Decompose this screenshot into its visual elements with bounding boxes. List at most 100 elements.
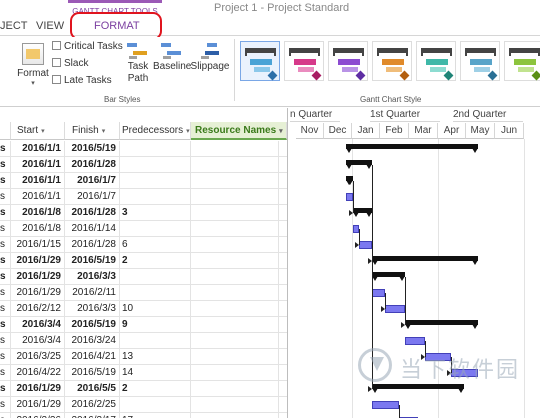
start-cell[interactable]: 2016/2/26 xyxy=(11,413,65,418)
gantt-style-swatch[interactable] xyxy=(460,41,500,81)
finish-cell[interactable]: 2016/2/11 xyxy=(65,285,120,301)
tab-view[interactable]: VIEW xyxy=(36,20,64,32)
predecessors-cell[interactable]: 13 xyxy=(120,349,191,365)
finish-cell[interactable]: 2016/3/3 xyxy=(65,269,120,285)
resource-names-cell[interactable] xyxy=(191,285,279,301)
start-cell[interactable]: 2016/3/25 xyxy=(11,349,65,365)
baseline-button[interactable]: Baseline xyxy=(153,41,191,72)
start-cell[interactable]: 2016/1/29 xyxy=(11,381,65,397)
table-row[interactable]: s 2016/3/4 2016/3/24 xyxy=(0,333,287,349)
predecessors-cell[interactable]: 17 xyxy=(120,413,191,418)
late-tasks-checkbox[interactable]: Late Tasks xyxy=(52,75,112,86)
table-row[interactable]: s 2016/3/4 2016/5/19 9 xyxy=(0,317,287,333)
gantt-style-swatch[interactable] xyxy=(416,41,456,81)
start-cell[interactable]: 2016/1/1 xyxy=(11,157,65,173)
row-id-cell[interactable]: s xyxy=(0,269,11,285)
row-id-cell[interactable]: s xyxy=(0,237,11,253)
finish-cell[interactable]: 2016/5/19 xyxy=(65,365,120,381)
finish-cell[interactable]: 2016/3/3 xyxy=(65,301,120,317)
finish-cell[interactable]: 2016/1/28 xyxy=(65,205,120,221)
task-bar[interactable] xyxy=(346,193,353,201)
summary-bar[interactable] xyxy=(352,208,373,217)
column-header-indicator[interactable] xyxy=(0,122,11,140)
row-id-cell[interactable]: s xyxy=(0,141,11,157)
finish-cell[interactable]: 2016/1/14 xyxy=(65,221,120,237)
table-row[interactable]: s 2016/1/15 2016/1/28 6 xyxy=(0,237,287,253)
table-row[interactable]: s 2016/1/1 2016/5/19 xyxy=(0,141,287,157)
row-id-cell[interactable]: s xyxy=(0,349,11,365)
resource-names-cell[interactable] xyxy=(191,189,279,205)
predecessors-cell[interactable]: 6 xyxy=(120,237,191,253)
row-id-cell[interactable]: s xyxy=(0,189,11,205)
resource-names-cell[interactable] xyxy=(191,413,279,418)
finish-cell[interactable]: 2016/1/7 xyxy=(65,173,120,189)
table-row[interactable]: s 2016/1/8 2016/1/28 3 xyxy=(0,205,287,221)
finish-cell[interactable]: 2016/1/7 xyxy=(65,189,120,205)
start-cell[interactable]: 2016/1/1 xyxy=(11,173,65,189)
finish-cell[interactable]: 2016/2/25 xyxy=(65,397,120,413)
summary-bar[interactable] xyxy=(372,272,406,281)
resource-names-cell[interactable] xyxy=(191,301,279,317)
gantt-style-swatch[interactable] xyxy=(328,41,368,81)
finish-cell[interactable]: 2016/5/19 xyxy=(65,141,120,157)
resource-names-cell[interactable] xyxy=(191,349,279,365)
table-row[interactable]: s 2016/1/29 2016/2/11 xyxy=(0,285,287,301)
table-row[interactable]: s 2016/2/12 2016/3/3 10 xyxy=(0,301,287,317)
predecessors-cell[interactable] xyxy=(120,221,191,237)
table-row[interactable]: s 2016/1/8 2016/1/14 xyxy=(0,221,287,237)
table-row[interactable]: s2016/2/262016/3/1717 xyxy=(0,413,287,418)
row-id-cell[interactable]: s xyxy=(0,253,11,269)
gantt-style-swatch[interactable] xyxy=(372,41,412,81)
predecessors-cell[interactable] xyxy=(120,189,191,205)
resource-names-cell[interactable] xyxy=(191,333,279,349)
start-cell[interactable]: 2016/1/1 xyxy=(11,189,65,205)
start-cell[interactable]: 2016/1/8 xyxy=(11,205,65,221)
task-bar[interactable] xyxy=(405,337,425,345)
start-cell[interactable]: 2016/1/29 xyxy=(11,269,65,285)
resource-names-cell[interactable] xyxy=(191,237,279,253)
row-id-cell[interactable]: s xyxy=(0,285,11,301)
gantt-style-swatch[interactable] xyxy=(284,41,324,81)
summary-bar[interactable] xyxy=(346,144,478,153)
task-bar[interactable] xyxy=(372,401,399,409)
column-header-predecessors[interactable]: Predecessors ▾ xyxy=(120,122,191,140)
table-row[interactable]: s 2016/4/22 2016/5/19 14 xyxy=(0,365,287,381)
row-id-cell[interactable]: s xyxy=(0,413,11,418)
summary-bar[interactable] xyxy=(346,160,373,169)
row-id-cell[interactable]: s xyxy=(0,301,11,317)
finish-cell[interactable]: 2016/3/17 xyxy=(65,413,120,418)
start-cell[interactable]: 2016/1/1 xyxy=(11,141,65,157)
predecessors-cell[interactable]: 3 xyxy=(120,205,191,221)
gantt-style-swatch[interactable] xyxy=(504,41,540,81)
column-header-finish[interactable]: Finish ▾ xyxy=(65,122,120,140)
finish-cell[interactable]: 2016/5/5 xyxy=(65,381,120,397)
predecessors-cell[interactable]: 2 xyxy=(120,381,191,397)
finish-cell[interactable]: 2016/5/19 xyxy=(65,317,120,333)
resource-names-cell[interactable] xyxy=(191,157,279,173)
resource-names-cell[interactable] xyxy=(191,253,279,269)
slippage-button[interactable]: Slippage xyxy=(190,41,230,72)
critical-tasks-checkbox[interactable]: Critical Tasks xyxy=(52,41,123,52)
row-id-cell[interactable]: s xyxy=(0,157,11,173)
table-row[interactable]: s 2016/1/1 2016/1/28 xyxy=(0,157,287,173)
summary-bar[interactable] xyxy=(346,176,353,185)
resource-names-cell[interactable] xyxy=(191,397,279,413)
start-cell[interactable]: 2016/2/12 xyxy=(11,301,65,317)
predecessors-cell[interactable] xyxy=(120,157,191,173)
row-id-cell[interactable]: s xyxy=(0,173,11,189)
resource-names-cell[interactable] xyxy=(191,205,279,221)
table-row[interactable]: s 2016/1/1 2016/1/7 xyxy=(0,189,287,205)
row-id-cell[interactable]: s xyxy=(0,317,11,333)
start-cell[interactable]: 2016/3/4 xyxy=(11,317,65,333)
predecessors-cell[interactable]: 2 xyxy=(120,253,191,269)
slack-checkbox[interactable]: Slack xyxy=(52,58,88,69)
tab-project[interactable]: JECT xyxy=(0,20,28,32)
start-cell[interactable]: 2016/1/29 xyxy=(11,253,65,269)
row-id-cell[interactable]: s xyxy=(0,333,11,349)
task-bar[interactable] xyxy=(385,305,406,313)
table-row[interactable]: s 2016/3/25 2016/4/21 13 xyxy=(0,349,287,365)
resource-names-cell[interactable] xyxy=(191,173,279,189)
predecessors-cell[interactable]: 14 xyxy=(120,365,191,381)
task-bar[interactable] xyxy=(352,225,360,233)
summary-bar[interactable] xyxy=(372,384,465,393)
